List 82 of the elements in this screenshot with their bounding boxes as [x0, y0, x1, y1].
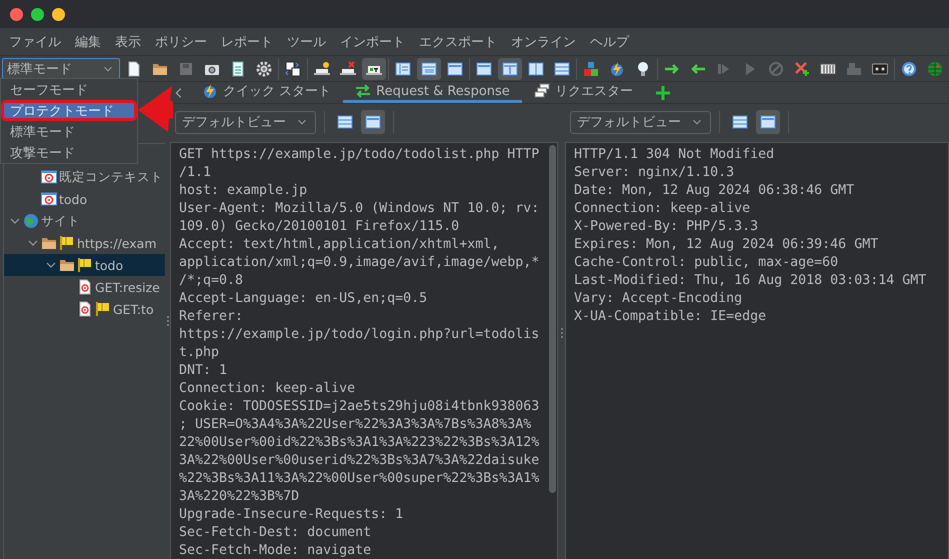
mode-dropdown[interactable]: 標準モード	[2, 58, 120, 79]
code-line: 109.0) Gecko/20100101 Firefox/115.0	[179, 218, 460, 236]
document-icon	[77, 301, 93, 317]
code-line: DNT: 1	[179, 362, 228, 380]
scrollbar-thumb[interactable]	[549, 145, 556, 493]
menu-item[interactable]: ツール	[280, 32, 333, 50]
code-line: User-Agent: Mozilla/5.0 (Windows NT 10.0; rv:	[179, 200, 540, 218]
code-line: %22%3Bs%3A11%3A%22%00User%00super%22%3Bs%3A1%	[179, 470, 540, 488]
code-line: host: example.jp	[179, 182, 308, 200]
code-line: 3A%220%22%3B%7D	[179, 488, 300, 506]
menu-item[interactable]: レポート	[214, 32, 280, 50]
folder-icon	[59, 257, 75, 273]
tree-item[interactable]: todo	[4, 188, 165, 210]
context-icon	[41, 169, 57, 185]
window-split-icon[interactable]	[498, 58, 522, 80]
minimize-button[interactable]	[31, 8, 44, 20]
menu-option[interactable]: 標準モード	[1, 121, 137, 142]
code-line: application/xml;q=0.9,image/avif,image/webp,*	[179, 254, 540, 272]
code-line: Accept-Language: en-US,en;q=0.5	[179, 290, 428, 308]
menu-item[interactable]: ファイル	[2, 32, 68, 50]
arrows-icon	[355, 83, 372, 99]
code-line: Upgrade-Insecure-Requests: 1	[179, 506, 404, 524]
code-line: Cache-Control: public, max-age=60	[574, 254, 840, 272]
layout-icon[interactable]	[417, 58, 441, 80]
code-line: Accept: text/html,application/xhtml+xml,	[179, 236, 500, 254]
grip-icon[interactable]	[560, 326, 564, 338]
laptop-screen-icon[interactable]	[362, 58, 386, 80]
code-line: X-Powered-By: PHP/5.3.3	[574, 218, 760, 236]
view-dropdown[interactable]: デフォルトビュー	[570, 110, 711, 134]
tab[interactable]: クイック スタート	[190, 82, 344, 103]
context-icon	[41, 191, 57, 207]
folder-icon	[41, 235, 57, 251]
close-button[interactable]	[10, 8, 23, 20]
code-line: Expires: Mon, 12 Aug 2024 06:39:46 GMT	[574, 236, 880, 254]
menu-option[interactable]: 攻撃モード	[1, 142, 137, 163]
tree-item[interactable]: todo	[4, 254, 165, 276]
code-line: /1.1	[179, 164, 212, 182]
code-line: Last-Modified: Thu, 16 Aug 2018 03:03:14 GMT	[574, 272, 928, 290]
tree-item[interactable]: 既定コンテキスト	[4, 166, 165, 188]
menu-option[interactable]: プロテクトモード	[1, 100, 137, 121]
add-icon[interactable]	[654, 84, 671, 100]
code-line: Server: nginx/1.10.3	[574, 164, 736, 182]
menu-item[interactable]: ヘルプ	[583, 32, 636, 50]
layout-icon[interactable]	[756, 110, 780, 134]
menu-item[interactable]: ポリシー	[148, 32, 214, 50]
code-line: Cookie: TODOSESSID=j2ae5ts29hju08i4tbnk938063	[179, 398, 540, 416]
tree-item[interactable]: GET:resize	[4, 276, 165, 298]
code-line: X-UA-Compatible: IE=edge	[574, 308, 768, 326]
menu-option[interactable]: セーフモード	[1, 79, 137, 100]
code-line: Sec-Fetch-Mode: navigate	[179, 542, 372, 559]
code-line: Connection: keep-alive	[179, 380, 356, 398]
code-line: GET https://example.jp/todo/todolist.php HTTP	[179, 146, 540, 164]
code-line: 22%00User%00id%22%3Bs%3A1%3A%223%22%3Bs%3A12%	[179, 434, 540, 452]
lightning-icon	[202, 83, 218, 99]
document-icon	[77, 279, 93, 295]
tab[interactable]: Request & Response	[343, 82, 522, 103]
code-line: Date: Mon, 12 Aug 2024 06:38:46 GMT	[574, 182, 856, 200]
globe-icon	[23, 213, 39, 229]
code-line: /*;q=0.8	[179, 272, 244, 290]
maximize-button[interactable]	[52, 8, 65, 20]
code-line: https://example.jp/todo/login.php?url=todolis	[179, 326, 540, 344]
view-dropdown[interactable]: デフォルトビュー	[175, 110, 316, 134]
code-line: Referer:	[179, 308, 244, 326]
code-line: Vary: Accept-Encoding	[574, 290, 744, 308]
grip-icon[interactable]	[166, 315, 170, 327]
code-line: Connection: keep-alive	[574, 200, 752, 218]
code-line: t.php	[179, 344, 220, 362]
menu-item[interactable]: インポート	[333, 32, 412, 50]
tree-item[interactable]: サイト	[4, 210, 165, 232]
layout-icon[interactable]	[361, 110, 385, 134]
menu-item[interactable]: エクスポート	[412, 32, 504, 50]
code-line: HTTP/1.1 304 Not Modified	[574, 146, 776, 164]
tab[interactable]: リクエスター	[522, 82, 645, 103]
tree-item[interactable]: GET:to	[4, 298, 165, 320]
tree-item[interactable]: https://exam	[4, 232, 165, 254]
menu-item[interactable]: オンライン	[504, 32, 583, 50]
code-line: ; USER=O%3A4%3A%22User%22%3A3%3A%7Bs%3A8%3A%	[179, 416, 532, 434]
code-line: Sec-Fetch-Dest: document	[179, 524, 372, 542]
code-line: 3A%22%00User%00userid%22%3Bs%3A7%3A%22daisuke	[179, 452, 540, 470]
menu-item[interactable]: 編集	[68, 32, 108, 50]
stack-icon	[534, 83, 550, 99]
menu-item[interactable]: 表示	[108, 32, 148, 50]
